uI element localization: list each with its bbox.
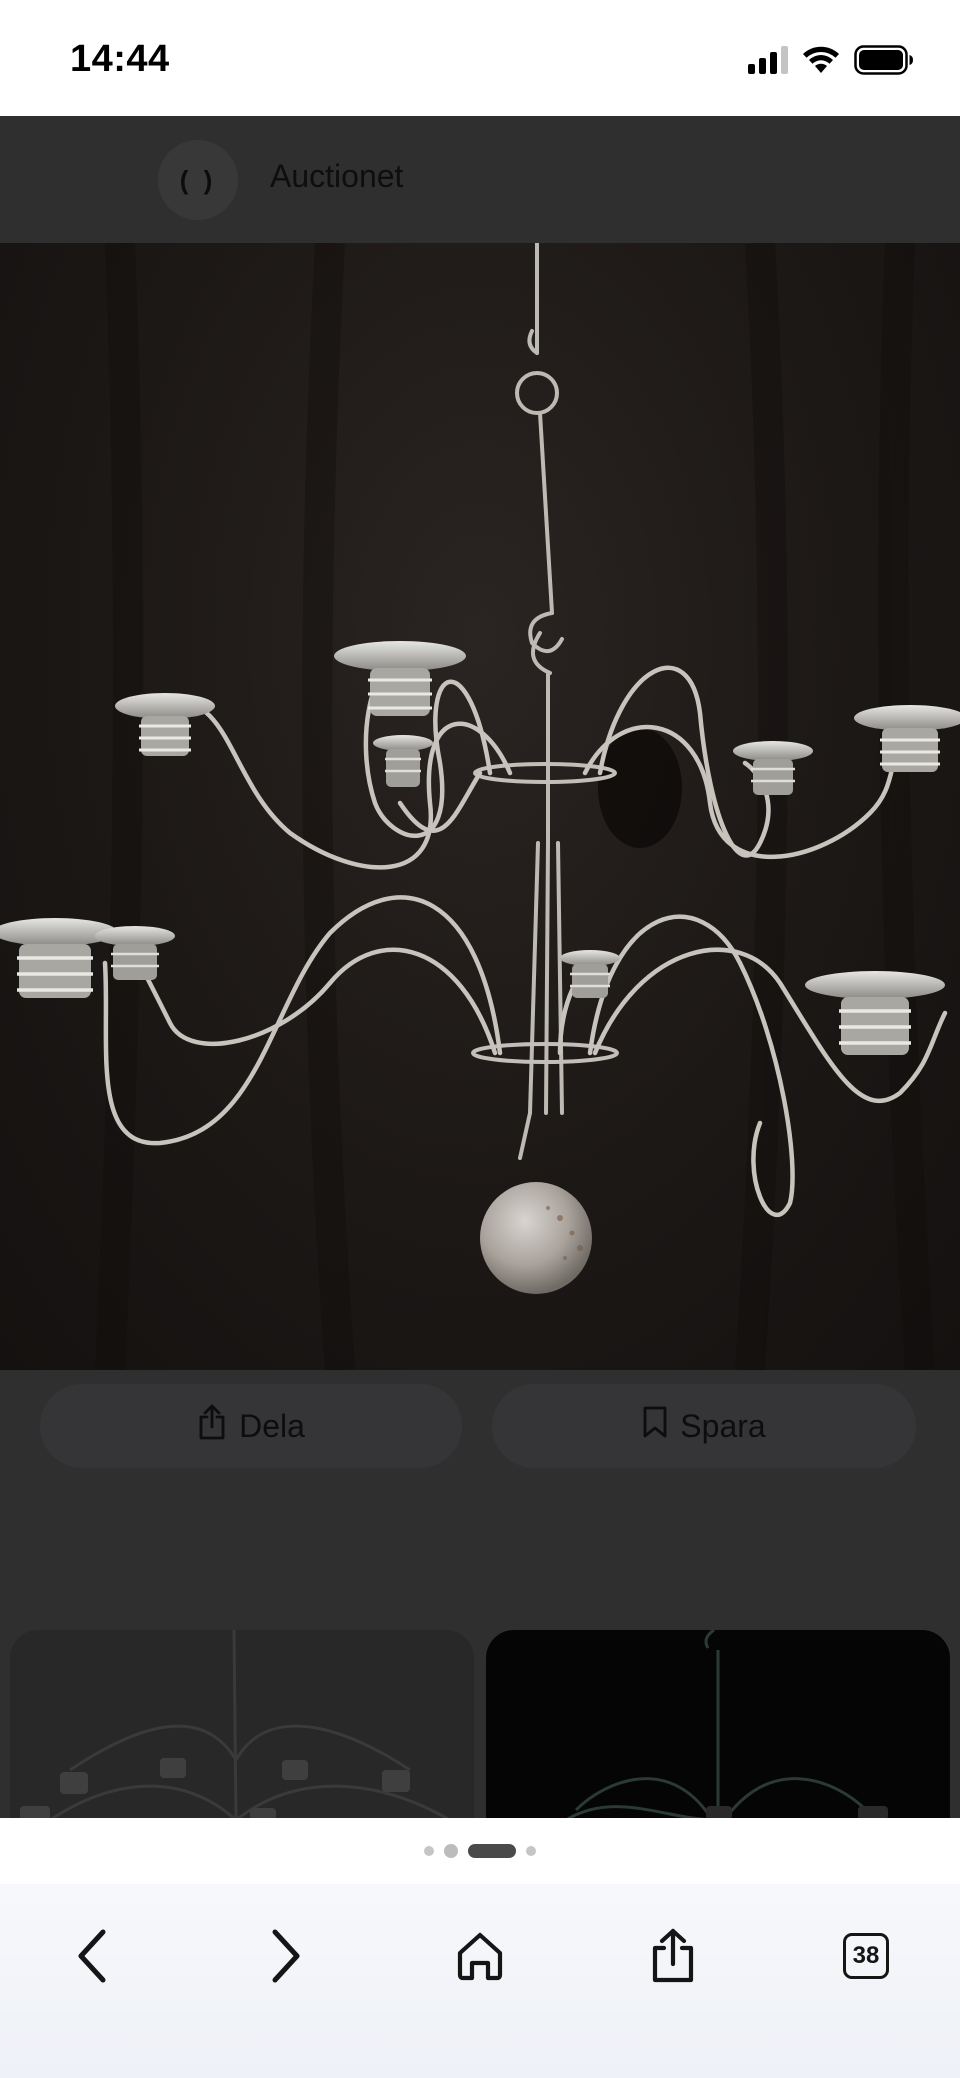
tab-count: 38 xyxy=(843,1933,889,1979)
page-dot-active[interactable] xyxy=(468,1844,516,1858)
chandelier-thumbnail[interactable] xyxy=(10,1630,474,1818)
ball-finial xyxy=(480,1182,592,1294)
page-dot[interactable] xyxy=(526,1846,536,1856)
status-time: 14:44 xyxy=(70,38,170,80)
chandelier-thumbnail[interactable] xyxy=(486,1630,950,1818)
save-button-label: Spara xyxy=(680,1407,766,1444)
home-icon xyxy=(457,1932,503,1981)
site-header: ( ) Auctionet xyxy=(0,116,960,243)
chevron-left-icon xyxy=(78,1929,106,1983)
status-icons xyxy=(748,44,914,76)
save-button[interactable]: Spara xyxy=(492,1384,916,1468)
related-images-strip xyxy=(0,1468,960,1818)
share-icon xyxy=(197,1404,227,1448)
battery-icon xyxy=(854,45,914,75)
hero-image-chandelier[interactable] xyxy=(0,243,960,1370)
browser-toolbar: 38 xyxy=(0,1884,960,2078)
page-dot[interactable] xyxy=(424,1846,434,1856)
share-page-button[interactable] xyxy=(625,1908,721,2004)
image-viewer-overlay[interactable]: ( ) Auctionet Dela Spara xyxy=(0,116,960,1818)
share-button[interactable]: Dela xyxy=(40,1384,462,1468)
back-button[interactable] xyxy=(45,1908,141,2004)
bookmark-icon xyxy=(642,1405,668,1447)
chevron-right-icon xyxy=(272,1929,300,1983)
cellular-signal-icon xyxy=(748,46,788,74)
share-icon xyxy=(652,1928,694,1983)
share-button-label: Dela xyxy=(239,1407,305,1444)
home-button[interactable] xyxy=(432,1908,528,2004)
page-dot[interactable] xyxy=(444,1844,458,1858)
page-indicator[interactable] xyxy=(0,1818,960,1884)
tabs-button[interactable]: 38 xyxy=(818,1908,914,2004)
site-logo[interactable]: ( ) xyxy=(158,140,238,220)
action-row: Dela Spara xyxy=(0,1370,960,1468)
forward-button[interactable] xyxy=(237,1908,333,2004)
site-title: Auctionet xyxy=(270,158,404,194)
wifi-icon xyxy=(802,46,840,74)
chandelier-illustration xyxy=(0,243,960,1370)
status-bar: 14:44 xyxy=(0,0,960,116)
